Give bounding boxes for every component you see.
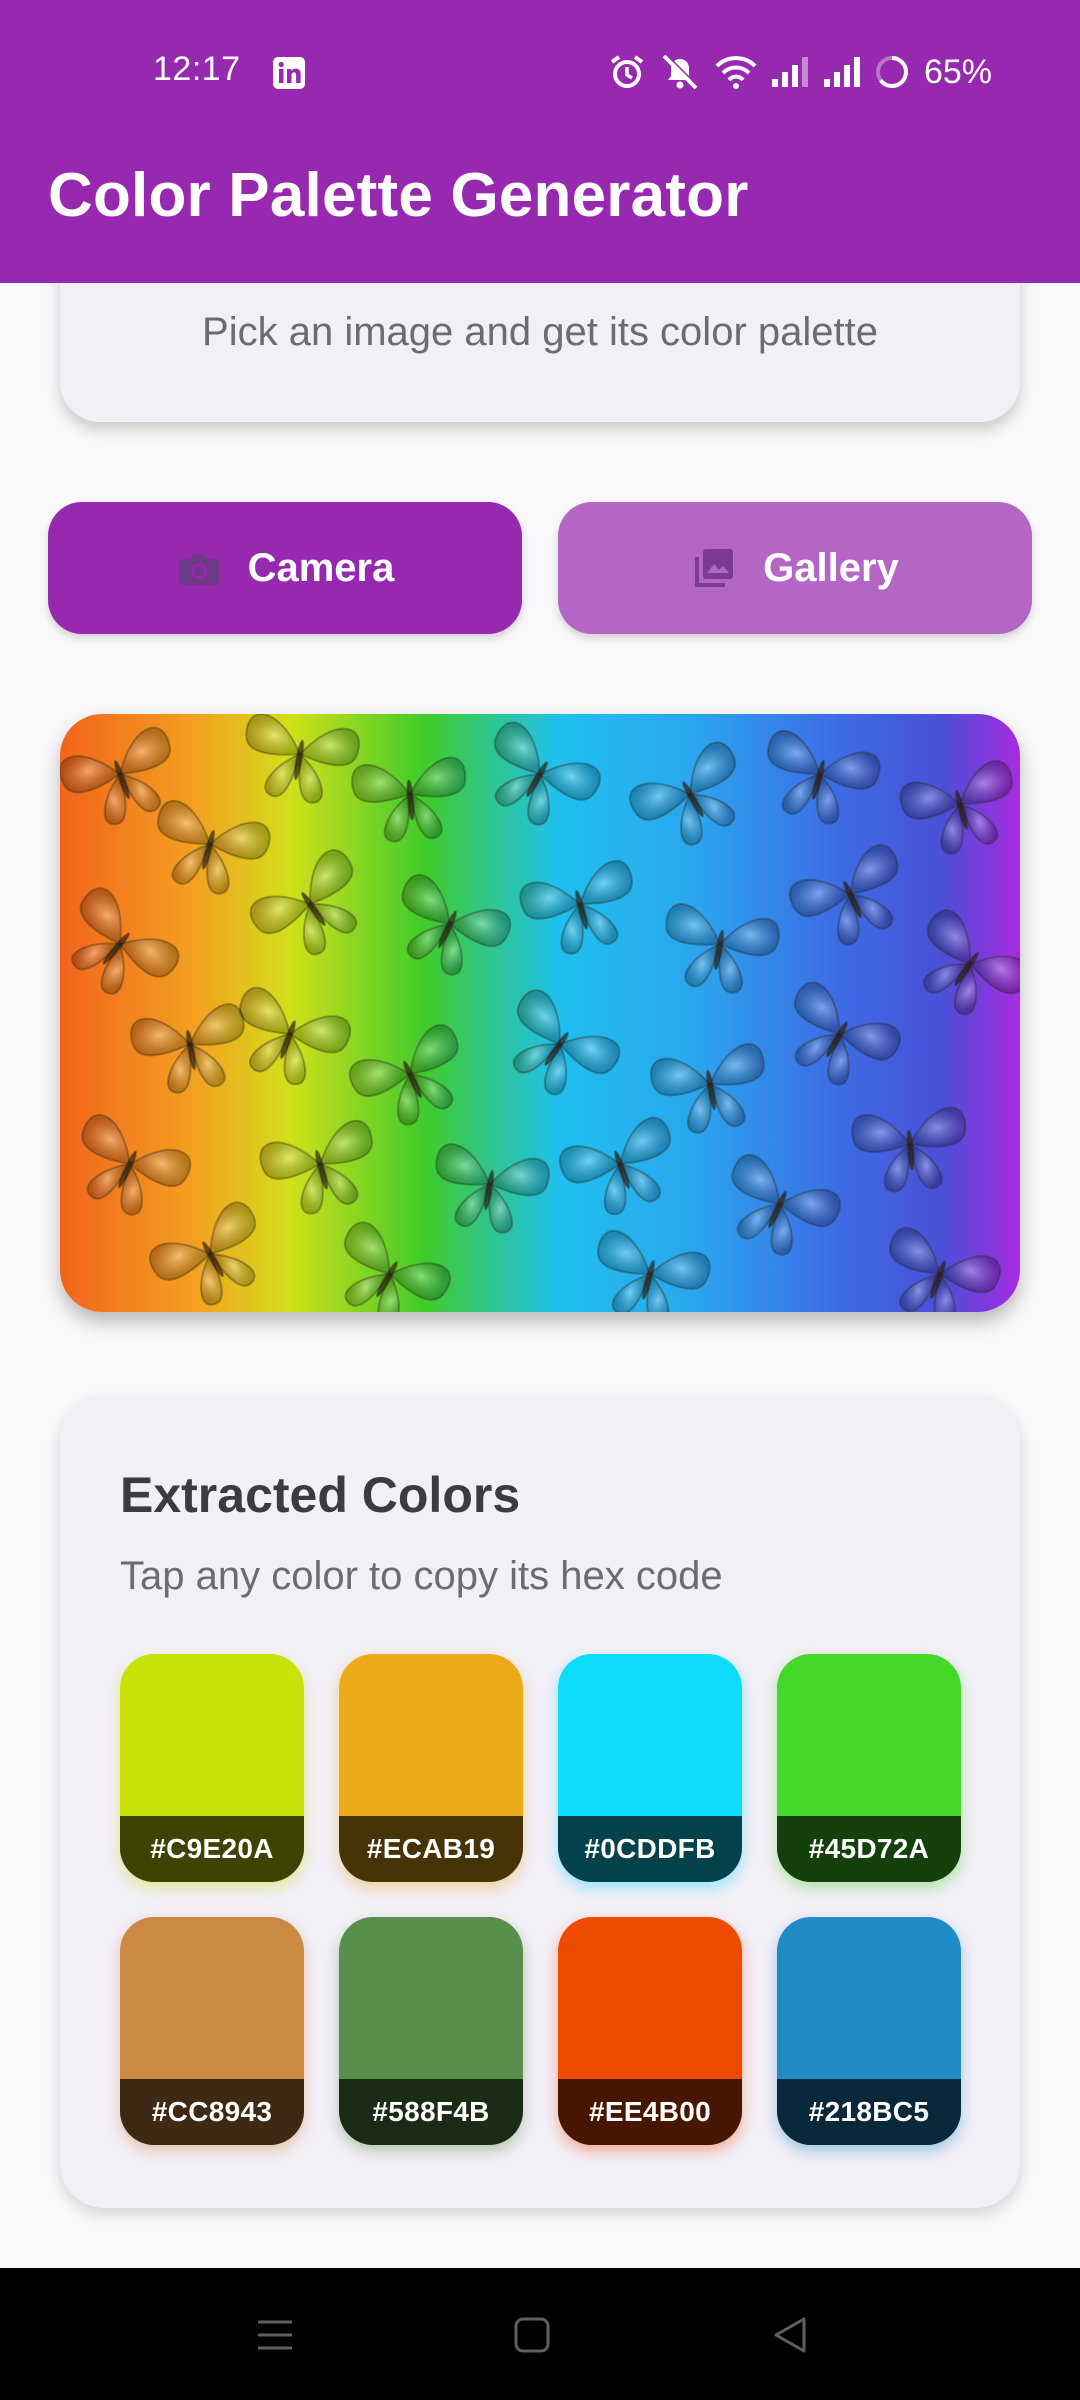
color-swatch-hex: #CC8943 [120,2079,304,2145]
status-bar: 12:17 65% [0,0,1080,140]
gallery-button[interactable]: Gallery [558,502,1032,634]
wifi-icon [715,56,757,89]
butterflies-image [60,714,1020,1312]
camera-icon [178,554,219,585]
app-title: Color Palette Generator [48,161,749,230]
image-preview [60,714,1020,1312]
color-swatch[interactable]: #CC8943 [120,1917,304,2145]
notifications-off-icon [662,53,699,90]
back-icon[interactable] [766,2310,816,2360]
extracted-colors-subtitle: Tap any color to copy its hex code [120,1554,723,1598]
color-swatch[interactable]: #588F4B [339,1917,523,2145]
status-time: 12:17 [153,50,241,88]
battery-percentage: 65% [923,52,992,91]
status-icons: 65% [608,50,992,94]
gallery-button-label: Gallery [763,545,899,590]
linkedin-notification-icon [273,57,305,89]
color-swatch-hex: #EE4B00 [558,2079,742,2145]
color-swatch-grid: #C9E20A #ECAB19 #0CDDFB #45D72A #CC8943 … [120,1654,961,2145]
color-swatch-hex: #0CDDFB [558,1816,742,1882]
camera-button[interactable]: Camera [48,502,522,634]
photo-library-icon [695,549,734,587]
app-bar: 12:17 65% Color Palette Generator [0,0,1080,283]
color-swatch-hex: #45D72A [777,1816,961,1882]
camera-button-label: Camera [247,545,395,590]
system-navigation-bar [0,2268,1080,2400]
extracted-colors-card: Extracted Colors Tap any color to copy i… [60,1396,1020,2208]
home-icon[interactable] [507,2310,557,2360]
color-swatch-hex: #588F4B [339,2079,523,2145]
extracted-colors-title: Extracted Colors [120,1467,521,1523]
color-swatch-hex: #ECAB19 [339,1816,523,1882]
signal-icon-sim2 [823,57,860,87]
battery-icon [875,56,908,88]
intro-subtitle: Pick an image and get its color palette [202,310,878,354]
color-swatch[interactable]: #ECAB19 [339,1654,523,1882]
color-swatch[interactable]: #218BC5 [777,1917,961,2145]
color-swatch[interactable]: #EE4B00 [558,1917,742,2145]
recents-menu-icon[interactable] [250,2310,300,2360]
alarm-icon [610,55,644,88]
color-swatch[interactable]: #45D72A [777,1654,961,1882]
color-swatch-hex: #218BC5 [777,2079,961,2145]
color-swatch[interactable]: #0CDDFB [558,1654,742,1882]
signal-icon-sim1 [771,57,808,87]
color-swatch-hex: #C9E20A [120,1816,304,1882]
color-swatch[interactable]: #C9E20A [120,1654,304,1882]
